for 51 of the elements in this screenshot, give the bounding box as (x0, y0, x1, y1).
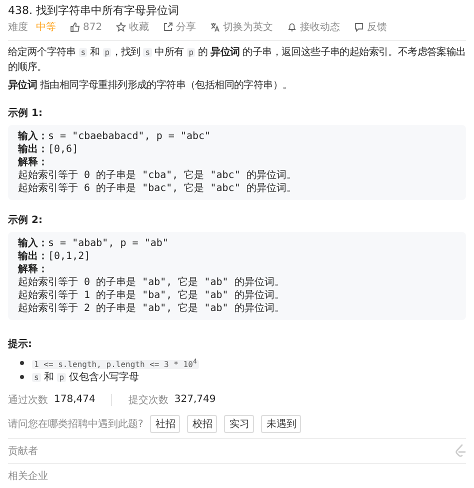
difficulty-label: 难度 (8, 20, 28, 34)
action-label[interactable]: 872 (83, 22, 102, 32)
survey-option-button[interactable]: 校招 (187, 414, 218, 433)
survey-question: 请问您在哪类招聘中遇到此题? (8, 418, 144, 431)
example-text: 起始索引等于 1 的子串是 "ba", 它是 "ab" 的异位词。 (18, 290, 284, 301)
bullet-icon (20, 375, 24, 380)
stat-label: 通过次数 (8, 394, 48, 407)
thumbs-up-icon[interactable] (70, 22, 80, 32)
action-label[interactable]: 反馈 (367, 20, 388, 34)
stat-value: 327,749 (174, 394, 216, 406)
description-paragraph: 给定两个字符串 s 和 p ，找到 s 中所有 p 的 异位词 的子串，返回这些子串的起始索引。不考虑答案输出的顺序。 (8, 46, 466, 75)
example-text: 起始索引等于 2 的子串是 "ab", 它是 "ab" 的异位词。 (18, 303, 284, 314)
example-title: 示例 1: (8, 107, 44, 120)
action-label[interactable]: 收藏 (129, 20, 150, 34)
example-label: 解释： (18, 157, 48, 168)
section-header[interactable]: 贡献者 (8, 444, 38, 458)
share-icon[interactable] (163, 22, 174, 32)
action-label[interactable]: 分享 (176, 20, 196, 34)
example-label: 解释： (18, 264, 48, 275)
stat-value: 178,474 (54, 394, 96, 406)
logo-icon (454, 444, 466, 458)
example-label: 输出： (18, 144, 48, 155)
example-text: [0,6] (48, 144, 78, 155)
example-text: s = "abab", p = "ab" (48, 238, 168, 249)
hints-title: 提示: (8, 338, 33, 351)
bell-icon[interactable] (287, 22, 298, 32)
survey-option-button[interactable]: 未遇到 (261, 414, 302, 433)
example-title: 示例 2: (8, 214, 44, 227)
feedback-icon[interactable] (354, 22, 364, 32)
survey-option-button[interactable]: 社招 (150, 414, 180, 433)
action-label[interactable]: 切换为英文 (223, 20, 274, 34)
example-text: 起始索引等于 6 的子串是 "bac", 它是 "abc" 的异位词。 (18, 183, 296, 194)
description-paragraph: 异位词 指由相同字母重排列形成的字符串（包括相同的字符串）。 (8, 78, 294, 93)
section-header[interactable]: 相关企业 (8, 468, 48, 483)
action-label[interactable]: 接收动态 (300, 20, 340, 34)
survey-option-button[interactable]: 实习 (224, 414, 254, 433)
translate-icon[interactable] (210, 22, 220, 32)
bullet-icon (20, 360, 24, 365)
difficulty-tag: 中等 (36, 20, 56, 34)
example-text: 起始索引等于 0 的子串是 "cba", 它是 "abc" 的异位词。 (18, 170, 296, 181)
example-text: s = "cbaebabacd", p = "abc" (48, 131, 211, 142)
hint-text: s 和 p 仅包含小写字母 (32, 370, 140, 384)
hint-text: 1 <= s.length, p.length <= 3 * 10$^{4}$ (32, 356, 199, 371)
example-label: 输入： (18, 131, 48, 142)
star-icon[interactable] (116, 22, 126, 32)
problem-title: 438. 找到字符串中所有字母异位词 (8, 3, 180, 18)
example-text: [0,1,2] (48, 251, 90, 262)
stat-label: 提交次数 (128, 394, 168, 407)
example-text: 起始索引等于 0 的子串是 "ab", 它是 "ab" 的异位词。 (18, 277, 284, 288)
example-label: 输出： (18, 251, 48, 262)
example-label: 输入： (18, 238, 48, 249)
